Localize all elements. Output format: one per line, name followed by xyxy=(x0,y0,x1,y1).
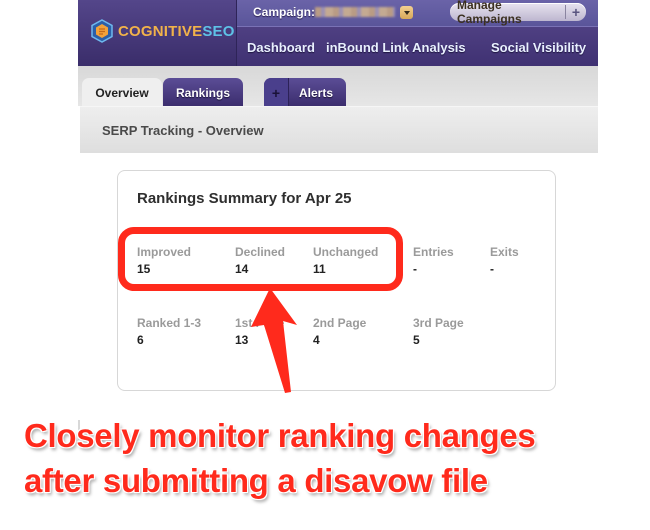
caption-line-1: Closely monitor ranking changes xyxy=(24,417,536,454)
caption-line-2: after submitting a disavow file xyxy=(24,462,488,499)
annotation-caption: Closely monitor ranking changes after su… xyxy=(24,413,644,503)
